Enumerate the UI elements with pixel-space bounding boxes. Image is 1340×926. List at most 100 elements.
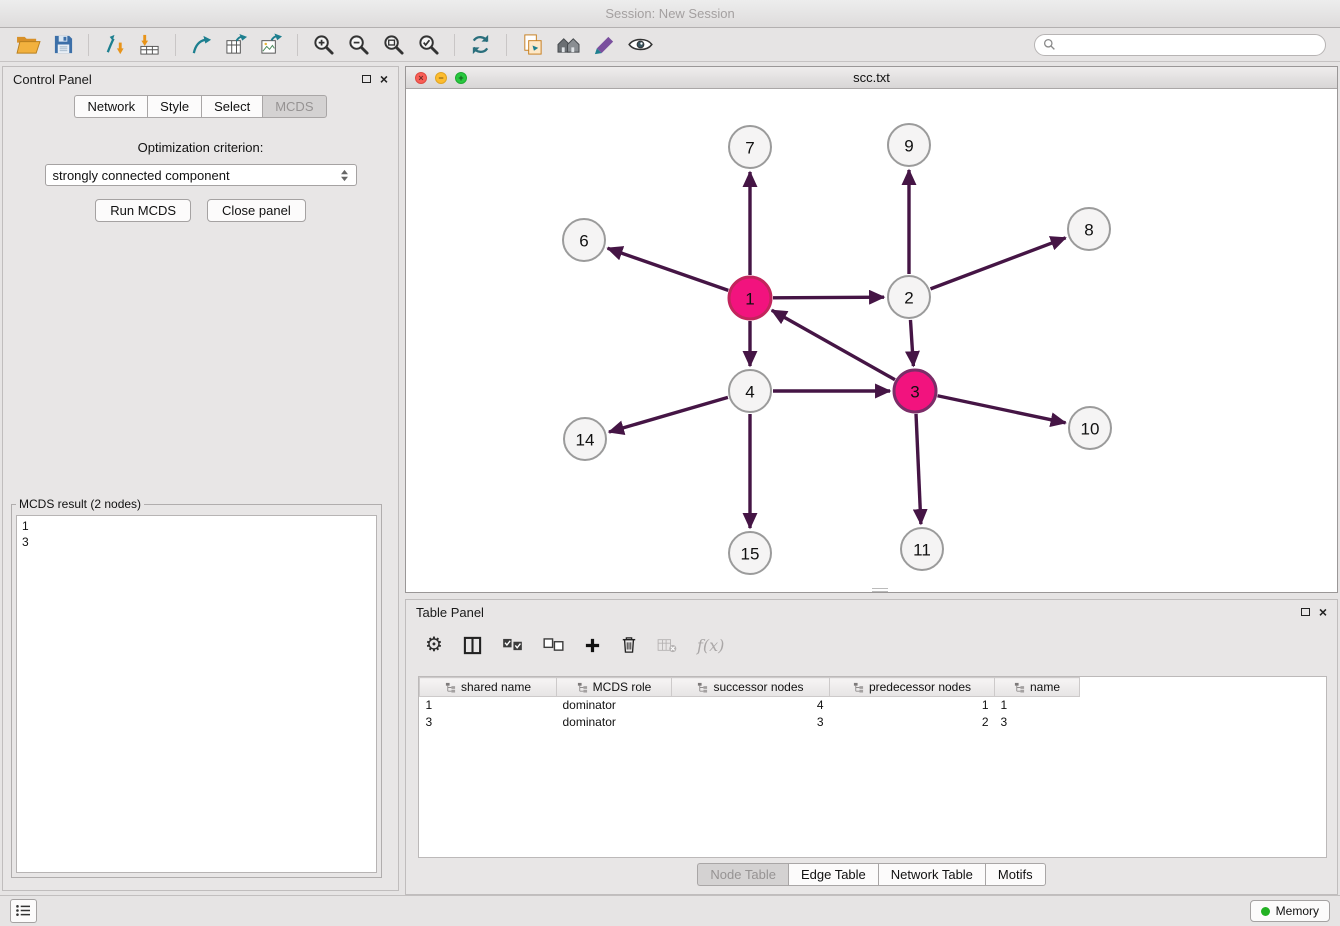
sort-icon: [577, 682, 588, 693]
edge-3-11[interactable]: [916, 414, 921, 524]
close-panel-button[interactable]: ×: [380, 72, 388, 86]
table-cell[interactable]: 2: [830, 714, 995, 731]
export-table-button[interactable]: [219, 31, 254, 58]
gear-icon: ⚙: [425, 635, 443, 655]
node-11[interactable]: 11: [901, 528, 943, 570]
sort-icon: [853, 682, 864, 693]
network-canvas[interactable]: 7 9 6 8 1 2 4 3 14 10 15 11: [406, 90, 1337, 592]
table-cell[interactable]: 1: [420, 697, 557, 714]
export-network-button[interactable]: [184, 31, 219, 58]
node-9[interactable]: 9: [888, 124, 930, 166]
node-table-container[interactable]: shared name MCDS rolesuccessor nodesprede…: [418, 676, 1327, 858]
edge-3-1[interactable]: [772, 310, 895, 379]
edge-3-10[interactable]: [938, 396, 1066, 423]
table-cell[interactable]: 3: [995, 714, 1080, 731]
deselect-all-button[interactable]: [536, 635, 571, 655]
tab-network[interactable]: Network: [74, 95, 147, 118]
eye-button[interactable]: [622, 34, 659, 55]
open-file-button[interactable]: [10, 32, 47, 57]
table-cell[interactable]: 1: [995, 697, 1080, 714]
node-8[interactable]: 8: [1068, 208, 1110, 250]
zoom-window-icon[interactable]: +: [455, 72, 467, 84]
zoom-in-button[interactable]: [306, 31, 341, 58]
criterion-select-value: strongly connected component: [53, 168, 230, 183]
table-cell[interactable]: 4: [672, 697, 830, 714]
tab-style[interactable]: Style: [147, 95, 201, 118]
zoom-out-button[interactable]: [341, 31, 376, 58]
export-image-button[interactable]: [254, 31, 289, 58]
tab-motifs[interactable]: Motifs: [985, 863, 1046, 886]
add-row-button[interactable]: [577, 634, 608, 657]
column-header-name[interactable]: name: [995, 678, 1080, 697]
table-cell[interactable]: dominator: [557, 697, 672, 714]
mcds-result-list[interactable]: 13: [16, 515, 377, 873]
node-4[interactable]: 4: [729, 370, 771, 412]
table-body: 1dominator4113dominator323: [420, 697, 1080, 731]
memory-button[interactable]: Memory: [1250, 900, 1330, 922]
columns-button[interactable]: [456, 633, 489, 658]
node-1[interactable]: 1: [729, 277, 771, 319]
column-header-predecessor-nodes[interactable]: predecessor nodes: [830, 678, 995, 697]
right-region: ×−+ scc.txt 7968124314101511: [405, 62, 1338, 895]
resize-handle[interactable]: [872, 588, 888, 592]
copy-view-button[interactable]: [515, 31, 550, 58]
edge-1-2[interactable]: [773, 297, 884, 298]
table-cell[interactable]: 1: [830, 697, 995, 714]
zoom-out-icon: [347, 33, 370, 56]
zoom-selected-button[interactable]: [411, 31, 446, 58]
table-row[interactable]: 3dominator323: [420, 714, 1080, 731]
node-15[interactable]: 15: [729, 532, 771, 574]
node-14[interactable]: 14: [564, 418, 606, 460]
export-network-icon: [190, 33, 213, 56]
app-window: Session: New Session Control Panel × Net…: [0, 0, 1340, 926]
close-window-icon[interactable]: ×: [415, 72, 427, 84]
select-all-button[interactable]: [495, 635, 530, 655]
run-mcds-button[interactable]: Run MCDS: [95, 199, 191, 222]
node-6[interactable]: 6: [563, 219, 605, 261]
column-header-shared-name[interactable]: shared name: [420, 678, 557, 697]
table-cell[interactable]: 3: [420, 714, 557, 731]
tab-edge-table[interactable]: Edge Table: [788, 863, 878, 886]
tab-network-table[interactable]: Network Table: [878, 863, 985, 886]
node-7[interactable]: 7: [729, 126, 771, 168]
zoom-fit-button[interactable]: [376, 31, 411, 58]
svg-text:3: 3: [910, 383, 919, 402]
node-10[interactable]: 10: [1069, 407, 1111, 449]
edge-2-3[interactable]: [910, 320, 913, 366]
float-table-panel-button[interactable]: [1301, 608, 1310, 616]
table-cell[interactable]: dominator: [557, 714, 672, 731]
node-2[interactable]: 2: [888, 276, 930, 318]
tab-select[interactable]: Select: [201, 95, 262, 118]
edge-1-6[interactable]: [608, 248, 729, 290]
mcds-result-title: MCDS result (2 nodes): [16, 497, 144, 511]
column-header-MCDS-role[interactable]: MCDS role: [557, 678, 672, 697]
edge-2-8[interactable]: [931, 238, 1066, 289]
table-row[interactable]: 1dominator411: [420, 697, 1080, 714]
criterion-select[interactable]: strongly connected component: [45, 164, 357, 186]
tab-node-table[interactable]: Node Table: [697, 863, 788, 886]
close-panel-inner-button[interactable]: Close panel: [207, 199, 306, 222]
column-label: shared name: [461, 680, 531, 694]
svg-text:10: 10: [1081, 420, 1100, 439]
gear-button[interactable]: ⚙: [418, 632, 450, 658]
close-table-panel-button[interactable]: ×: [1319, 605, 1327, 619]
tab-mcds[interactable]: MCDS: [262, 95, 326, 118]
save-session-button[interactable]: [47, 32, 80, 57]
style-button[interactable]: [587, 31, 622, 58]
import-network-button[interactable]: [97, 31, 132, 58]
import-table-icon: [138, 33, 161, 56]
float-panel-button[interactable]: [362, 75, 371, 83]
refresh-layout-button[interactable]: [463, 31, 498, 58]
import-table-button[interactable]: [132, 31, 167, 58]
table-cell[interactable]: 3: [672, 714, 830, 731]
delete-row-button[interactable]: [614, 633, 644, 657]
save-session-icon: [53, 34, 74, 55]
column-header-successor-nodes[interactable]: successor nodes: [672, 678, 830, 697]
search-input[interactable]: [1034, 34, 1326, 56]
edge-4-14[interactable]: [609, 397, 728, 432]
svg-text:8: 8: [1084, 221, 1093, 240]
node-3[interactable]: 3: [894, 370, 936, 412]
minimize-window-icon[interactable]: −: [435, 72, 447, 84]
home-button[interactable]: [550, 32, 587, 57]
task-history-button[interactable]: [10, 899, 37, 923]
